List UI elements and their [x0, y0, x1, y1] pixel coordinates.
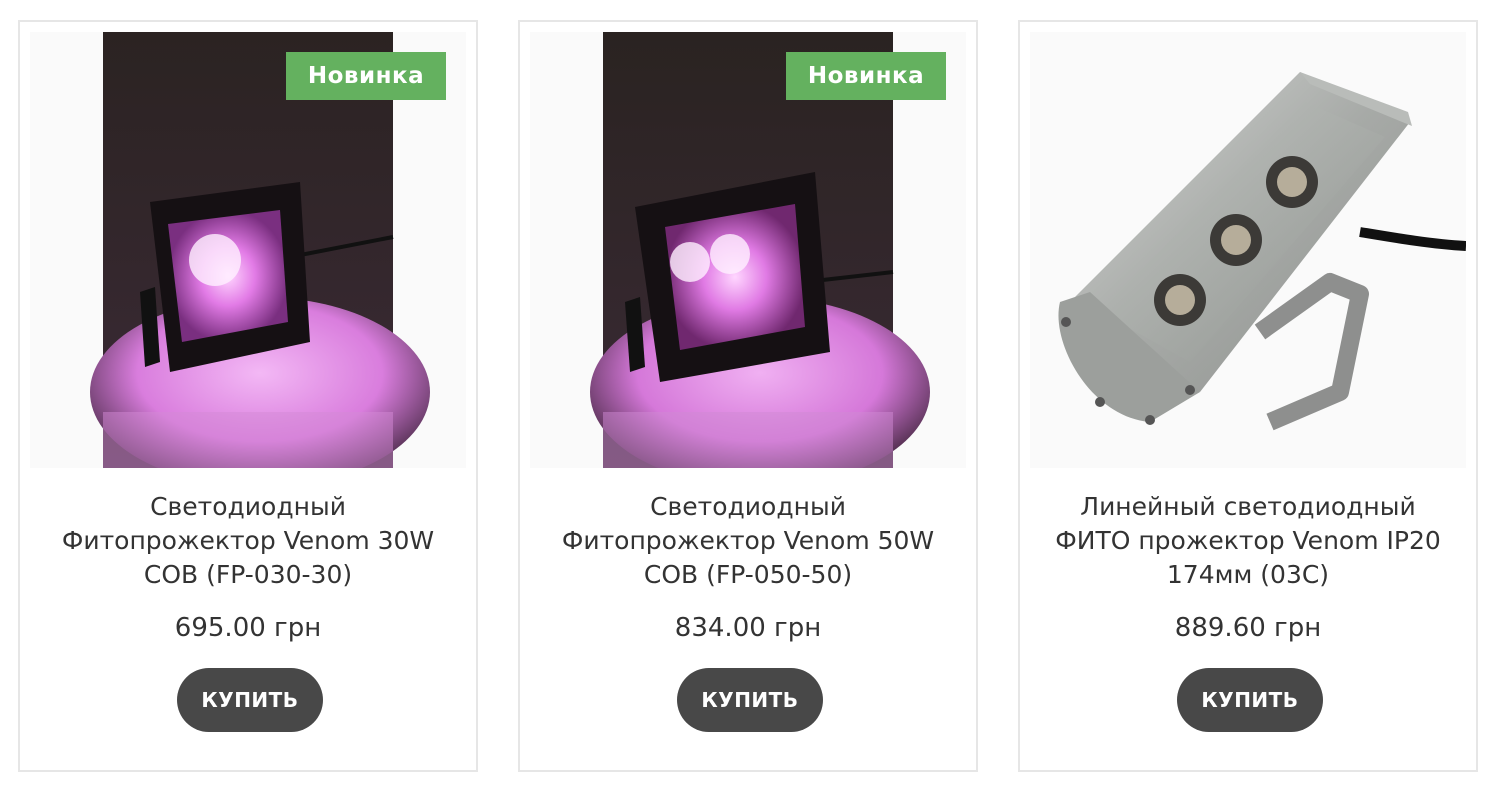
- product-image-linear-fixture[interactable]: [1030, 32, 1466, 468]
- new-badge: Новинка: [286, 52, 446, 100]
- product-image-floodlight-50w[interactable]: Новинка: [530, 32, 966, 468]
- buy-button[interactable]: КУПИТЬ: [1177, 668, 1323, 732]
- product-grid: Новинка Светодиодный Фитопрожектор Venom…: [0, 0, 1512, 808]
- product-image-floodlight-30w[interactable]: Новинка: [30, 32, 466, 468]
- buy-button[interactable]: КУПИТЬ: [677, 668, 823, 732]
- product-price: 889.60 грн: [1174, 613, 1322, 643]
- product-title[interactable]: Светодиодный Фитопрожектор Venom 50W COB…: [540, 490, 956, 592]
- product-card[interactable]: Линейный светодиодный ФИТО прожектор Ven…: [1018, 20, 1478, 772]
- product-title[interactable]: Линейный светодиодный ФИТО прожектор Ven…: [1040, 490, 1456, 592]
- new-badge: Новинка: [786, 52, 946, 100]
- product-title[interactable]: Светодиодный Фитопрожектор Venom 30W COB…: [40, 490, 456, 592]
- product-card[interactable]: Новинка Светодиодный Фитопрожектор Venom…: [518, 20, 978, 772]
- product-price: 834.00 грн: [674, 613, 822, 643]
- product-card[interactable]: Новинка Светодиодный Фитопрожектор Venom…: [18, 20, 478, 772]
- buy-button[interactable]: КУПИТЬ: [177, 668, 323, 732]
- product-price: 695.00 грн: [174, 613, 322, 643]
